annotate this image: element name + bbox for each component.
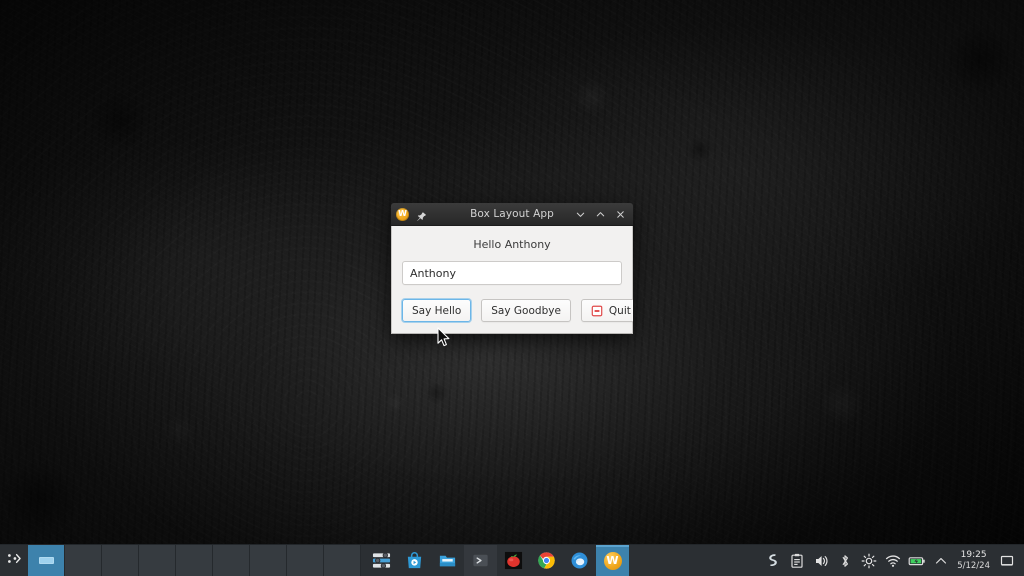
say-goodbye-button[interactable]: Say Goodbye [481, 299, 571, 322]
workspace-4[interactable] [139, 545, 176, 576]
software-store-icon[interactable] [398, 545, 431, 576]
box-layout-app-icon[interactable]: W [596, 545, 629, 576]
clock-date: 5/12/24 [957, 561, 990, 572]
window-titlebar[interactable]: W Box Layout App [391, 203, 633, 226]
workspace-pager[interactable] [28, 545, 361, 576]
pin-icon[interactable] [415, 208, 427, 220]
system-tray: 19:25 5/12/24 [761, 545, 1024, 576]
taskbar-app-icons: W [365, 545, 629, 576]
name-input[interactable] [402, 261, 622, 285]
workspace-6[interactable] [213, 545, 250, 576]
close-button[interactable] [611, 205, 629, 223]
box-layout-app-window[interactable]: W Box Layout App [391, 203, 633, 334]
maximize-button[interactable] [591, 205, 609, 223]
battery-icon[interactable] [905, 545, 929, 576]
say-goodbye-label: Say Goodbye [491, 305, 561, 317]
tomato-timer-icon[interactable] [497, 545, 530, 576]
menu-dots-icon [6, 550, 23, 571]
vpn-icon[interactable] [761, 545, 785, 576]
quit-label: Quit [609, 305, 631, 317]
clipboard-icon[interactable] [785, 545, 809, 576]
window-content: Hello Anthony Say Hello Say Goodbye [391, 226, 633, 334]
thunderbird-icon[interactable] [563, 545, 596, 576]
app-logo-letter: W [398, 210, 407, 218]
bluetooth-icon[interactable] [833, 545, 857, 576]
clock-time: 19:25 [957, 550, 990, 561]
greeting-label: Hello Anthony [402, 235, 622, 261]
workspace-7[interactable] [250, 545, 287, 576]
show-desktop-button[interactable] [996, 545, 1018, 576]
terminal-icon[interactable] [464, 545, 497, 576]
brightness-icon[interactable] [857, 545, 881, 576]
button-row: Say Hello Say Goodbye Quit [402, 299, 622, 322]
launcher-button[interactable] [0, 545, 28, 576]
volume-icon[interactable] [809, 545, 833, 576]
quit-button[interactable]: Quit [581, 299, 633, 322]
workspace-2[interactable] [65, 545, 102, 576]
workspace-1[interactable] [28, 545, 65, 576]
clock[interactable]: 19:25 5/12/24 [953, 550, 996, 571]
chrome-icon[interactable] [530, 545, 563, 576]
say-hello-button[interactable]: Say Hello [402, 299, 471, 322]
minimize-button[interactable] [571, 205, 589, 223]
say-hello-label: Say Hello [412, 305, 461, 317]
titlebar-left-icons: W [396, 208, 427, 221]
taskbar: W [0, 544, 1024, 576]
workspace-5[interactable] [176, 545, 213, 576]
app-logo-icon: W [396, 208, 409, 221]
workspace-3[interactable] [102, 545, 139, 576]
settings-icon[interactable] [365, 545, 398, 576]
workspace-8[interactable] [287, 545, 324, 576]
desktop-screen: W Box Layout App [0, 0, 1024, 576]
workspace-9[interactable] [324, 545, 361, 576]
tray-expand-icon[interactable] [929, 545, 953, 576]
exit-icon [591, 305, 603, 317]
file-manager-icon[interactable] [431, 545, 464, 576]
window-controls [571, 205, 629, 223]
workspace-window-preview [39, 557, 54, 564]
wifi-icon[interactable] [881, 545, 905, 576]
